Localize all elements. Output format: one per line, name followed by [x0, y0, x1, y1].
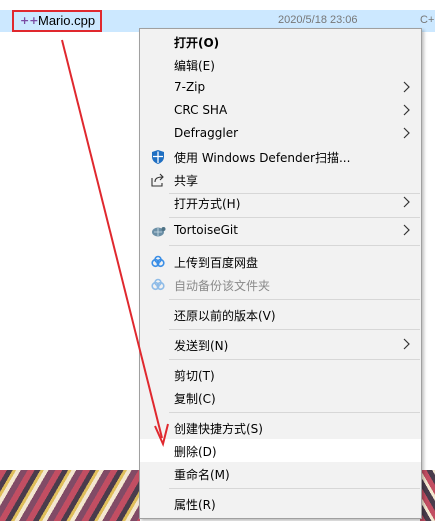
chevron-right-icon	[403, 104, 410, 116]
menu-label: 编辑(E)	[174, 59, 215, 73]
menu-item-defraggler[interactable]: Defraggler	[140, 122, 421, 145]
menu-item-open[interactable]: 打开(O)	[140, 30, 421, 53]
menu-label: CRC SHA	[174, 103, 228, 117]
menu-separator	[169, 217, 420, 218]
menu-item-properties[interactable]: 属性(R)	[140, 492, 421, 515]
menu-item-delete[interactable]: 删除(D)	[140, 439, 421, 462]
context-menu: 打开(O) 编辑(E) 7-Zip CRC SHA Defraggler 使用 …	[139, 28, 422, 519]
menu-label: Defraggler	[174, 126, 239, 140]
menu-label: 发送到(N)	[174, 339, 229, 353]
menu-separator	[169, 359, 420, 360]
menu-label: 重命名(M)	[174, 468, 230, 482]
chevron-right-icon	[403, 338, 410, 350]
menu-label: 上传到百度网盘	[174, 256, 259, 270]
menu-label: 共享	[174, 174, 199, 188]
menu-item-send-to[interactable]: 发送到(N)	[140, 333, 421, 356]
menu-item-copy[interactable]: 复制(C)	[140, 386, 421, 409]
file-type-col: C+	[420, 14, 435, 26]
menu-label: 属性(R)	[174, 498, 216, 512]
menu-separator	[169, 488, 420, 489]
menu-separator	[169, 412, 420, 413]
chevron-right-icon	[403, 127, 410, 139]
menu-item-share[interactable]: 共享	[140, 168, 421, 191]
file-date: 2020/5/18 23:06	[278, 14, 358, 26]
menu-label: 删除(D)	[174, 445, 217, 459]
file-name[interactable]: Mario.cpp	[38, 13, 95, 28]
defender-shield-icon	[152, 150, 164, 164]
menu-item-tortoisegit[interactable]: TortoiseGit	[140, 219, 421, 242]
baidu-cloud-icon	[151, 255, 165, 268]
menu-label: 打开方式(H)	[174, 197, 241, 211]
menu-item-defender[interactable]: 使用 Windows Defender扫描...	[140, 145, 421, 168]
desktop-wallpaper-right	[420, 470, 435, 521]
menu-label: 打开(O)	[174, 36, 220, 50]
menu-item-7zip[interactable]: 7-Zip	[140, 76, 421, 99]
menu-item-open-with[interactable]: 打开方式(H)	[140, 191, 421, 214]
baidu-cloud-icon	[151, 278, 165, 291]
menu-label: 剪切(T)	[174, 369, 215, 383]
desktop-wallpaper	[0, 470, 140, 521]
tortoisegit-icon	[152, 227, 166, 237]
menu-separator	[169, 299, 420, 300]
menu-separator	[169, 245, 420, 246]
menu-item-baidu-backup[interactable]: 自动备份该文件夹	[140, 273, 421, 296]
chevron-right-icon	[403, 196, 410, 208]
menu-item-edit[interactable]: 编辑(E)	[140, 53, 421, 76]
cpp-file-icon: ++	[20, 14, 39, 27]
chevron-right-icon	[403, 224, 410, 236]
menu-label: 创建快捷方式(S)	[174, 422, 263, 436]
menu-label: 自动备份该文件夹	[174, 279, 271, 293]
menu-item-baidu-upload[interactable]: 上传到百度网盘	[140, 250, 421, 273]
menu-item-rename[interactable]: 重命名(M)	[140, 462, 421, 485]
menu-item-restore[interactable]: 还原以前的版本(V)	[140, 303, 421, 326]
menu-item-cut[interactable]: 剪切(T)	[140, 363, 421, 386]
menu-label: 7-Zip	[174, 80, 206, 94]
menu-item-create-shortcut[interactable]: 创建快捷方式(S)	[140, 416, 421, 439]
menu-item-crc-sha[interactable]: CRC SHA	[140, 99, 421, 122]
menu-label: 复制(C)	[174, 392, 216, 406]
menu-label: 还原以前的版本(V)	[174, 309, 276, 323]
chevron-right-icon	[403, 81, 410, 93]
menu-label: TortoiseGit	[174, 223, 238, 237]
menu-label: 使用 Windows Defender扫描...	[174, 151, 351, 165]
menu-separator	[169, 329, 420, 330]
share-icon	[151, 173, 164, 187]
